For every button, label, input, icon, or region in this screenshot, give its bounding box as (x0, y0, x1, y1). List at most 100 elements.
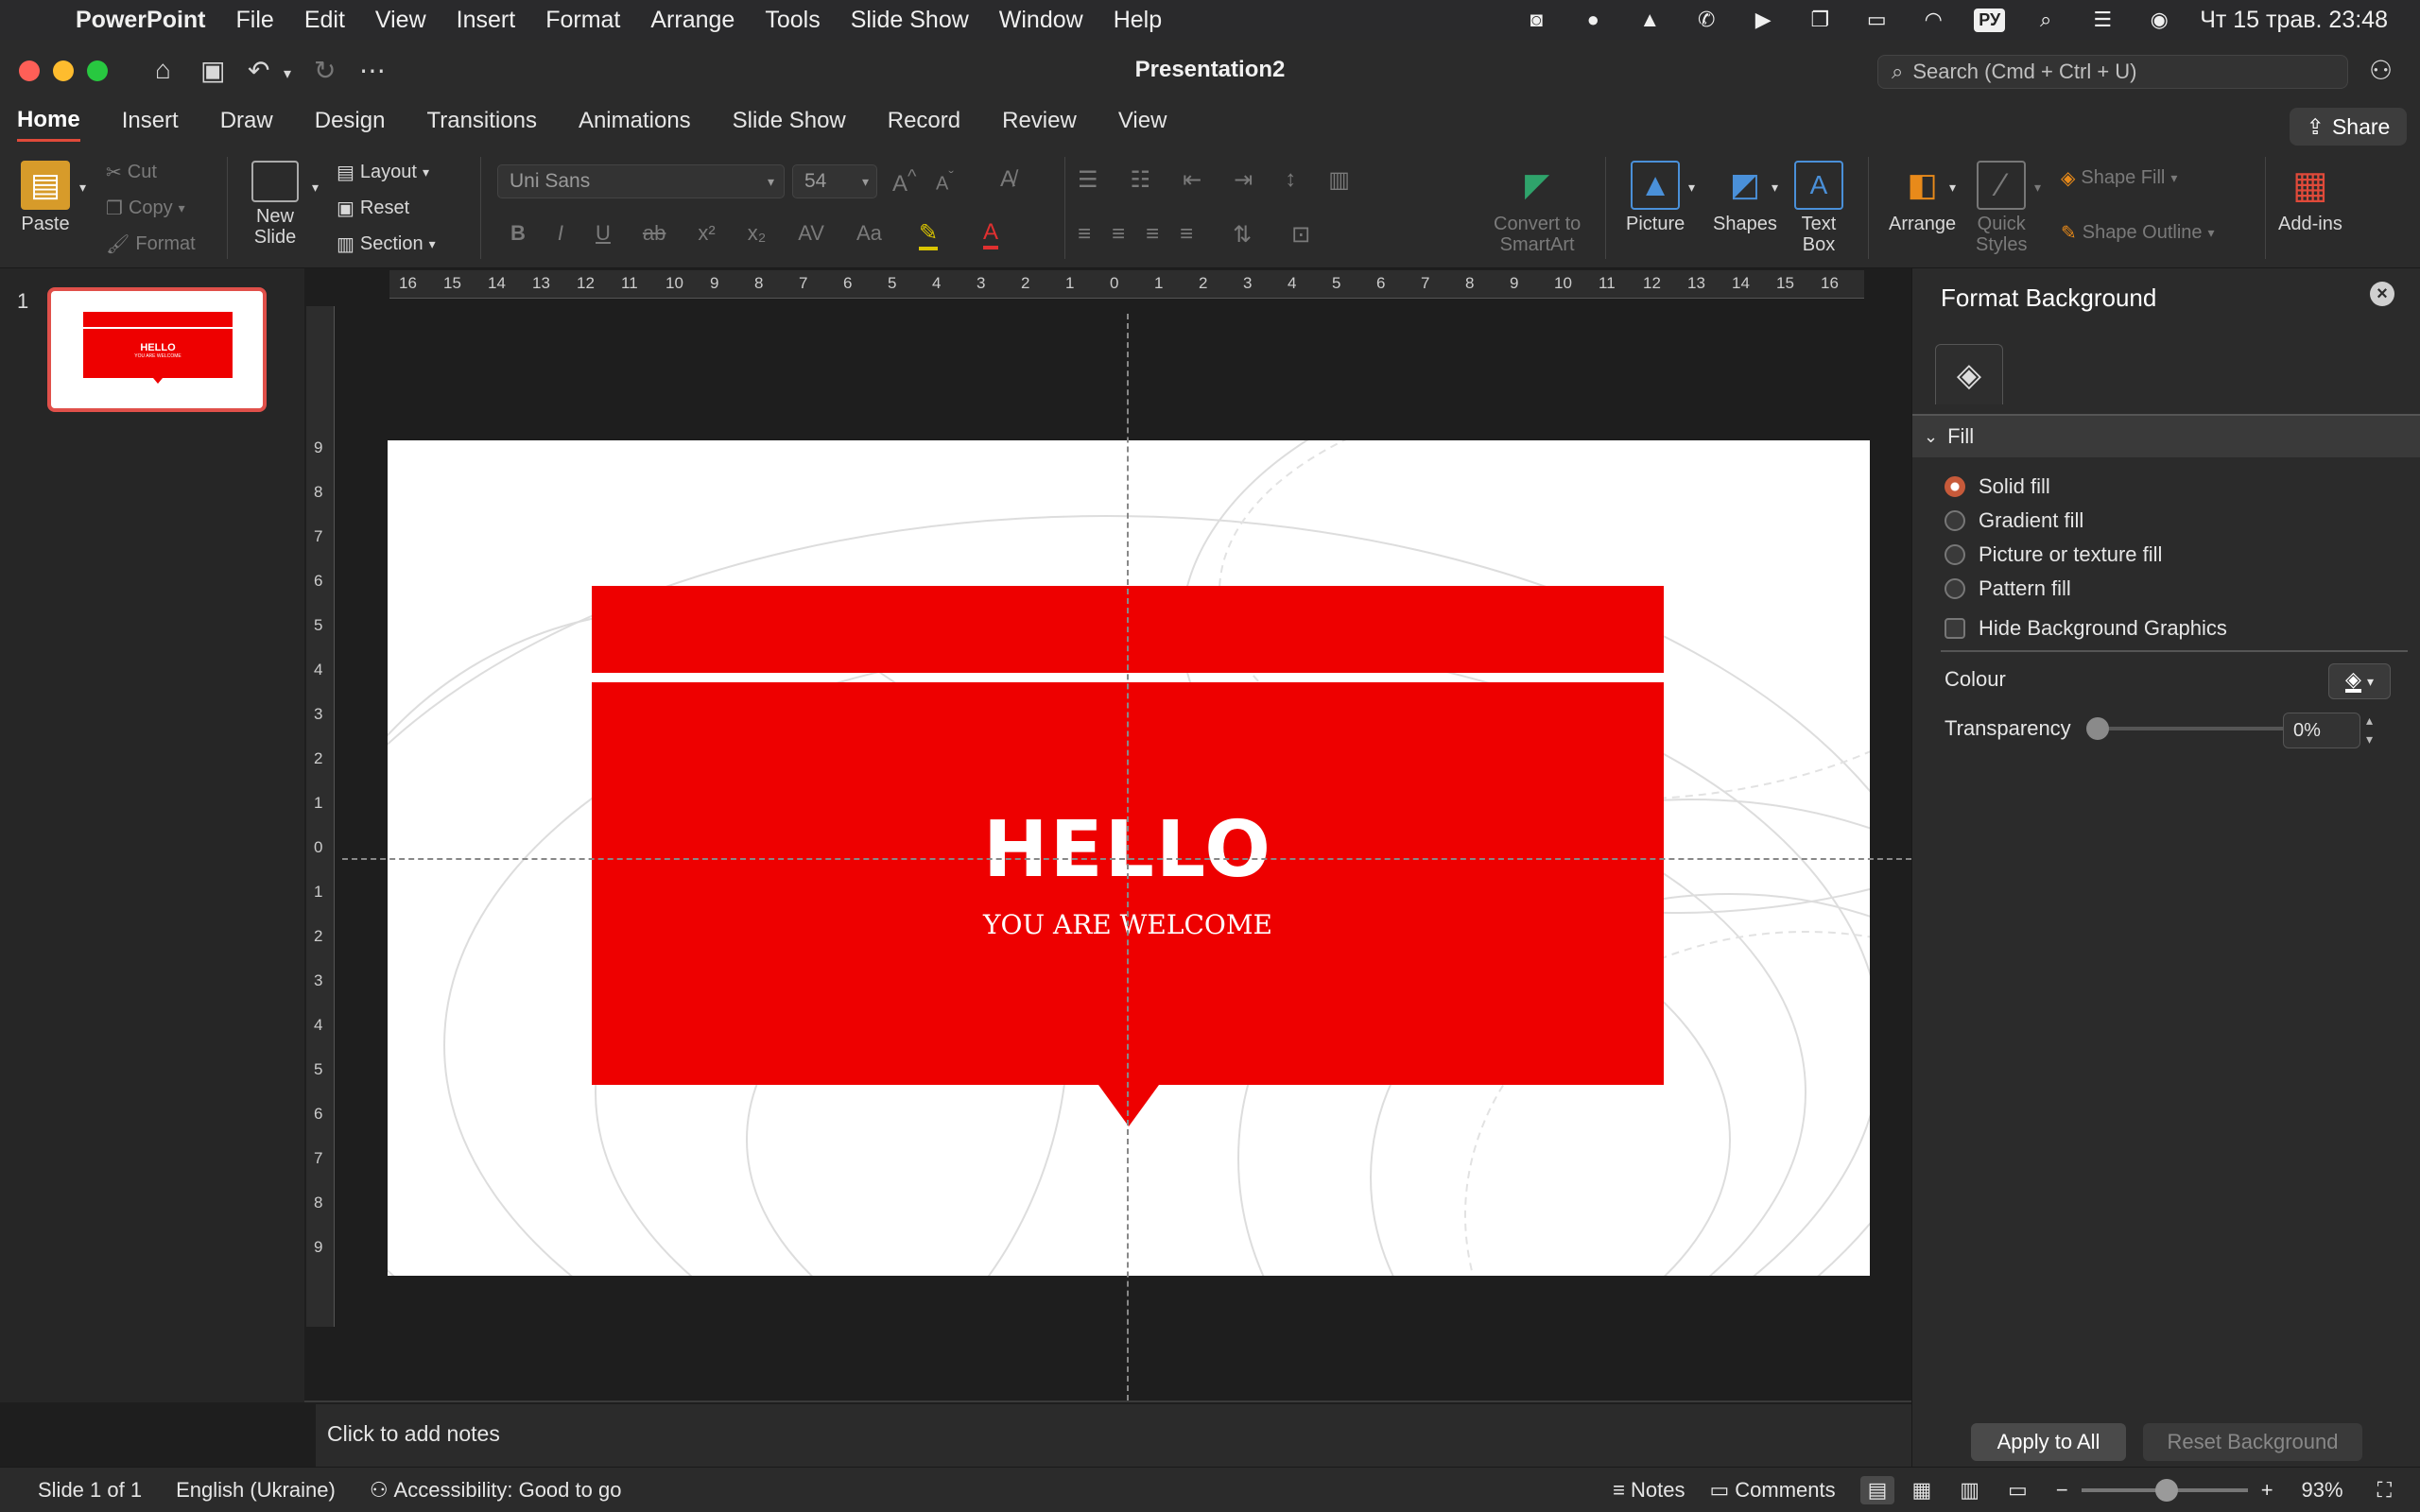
account-icon[interactable]: ⚇ (2369, 55, 2393, 86)
zoom-in-button[interactable]: + (2261, 1478, 2273, 1503)
menu-arrange[interactable]: Arrange (635, 7, 750, 34)
increase-font-size-icon[interactable]: A^ (892, 166, 916, 198)
bold-icon[interactable]: B (510, 221, 526, 246)
slide-show-view-icon[interactable]: ▭ (2008, 1478, 2028, 1503)
section-button[interactable]: ▥ Section ▾ (337, 232, 436, 256)
accessibility-status[interactable]: Accessibility: Good to go (394, 1478, 622, 1503)
menu-edit[interactable]: Edit (289, 7, 360, 34)
bullets-icon[interactable]: ☰ (1078, 166, 1098, 194)
siri-icon[interactable]: ◉ (2143, 6, 2175, 34)
solid-fill-radio[interactable] (1945, 476, 1965, 497)
tab-review[interactable]: Review (1002, 108, 1077, 140)
search-field[interactable]: ⌕ Search (Cmd + Ctrl + U) (1877, 55, 2348, 89)
tab-home[interactable]: Home (17, 107, 80, 142)
menu-file[interactable]: File (221, 7, 289, 34)
save-icon[interactable]: ▣ (200, 55, 225, 86)
picture-button[interactable]: ▲ Picture (1626, 161, 1685, 235)
messenger-icon[interactable]: ✆ (1690, 6, 1722, 34)
tab-view[interactable]: View (1118, 108, 1167, 140)
fill-section-header[interactable]: ⌄ Fill (1912, 416, 2420, 457)
minimize-window-button[interactable] (53, 60, 74, 81)
justify-icon[interactable]: ≡ (1180, 221, 1193, 249)
align-center-icon[interactable]: ≡ (1112, 221, 1125, 249)
font-size-select[interactable]: 54 ▾ (792, 164, 877, 198)
tab-transitions[interactable]: Transitions (426, 108, 536, 140)
fill-tab-icon[interactable]: ◈ (1935, 344, 2003, 404)
redo-icon[interactable]: ↻ (314, 55, 336, 86)
tab-animations[interactable]: Animations (579, 108, 691, 140)
menu-help[interactable]: Help (1098, 7, 1177, 34)
transparency-slider[interactable] (2086, 717, 2294, 740)
picture-dropdown-icon[interactable]: ▾ (1688, 180, 1695, 196)
slide-thumbnail[interactable]: HELLO YOU ARE WELCOME (47, 287, 267, 412)
apply-to-all-button[interactable]: Apply to All (1971, 1423, 2126, 1461)
cut-button[interactable]: ✂ Cut (106, 161, 157, 184)
menu-tools[interactable]: Tools (750, 7, 835, 34)
format-painter-button[interactable]: 🖌 Format (106, 232, 196, 256)
comments-button[interactable]: Comments (1735, 1478, 1835, 1503)
underline-icon[interactable]: U (596, 221, 611, 246)
notification-badge-icon[interactable]: ● (1577, 6, 1609, 34)
menu-view[interactable]: View (360, 7, 441, 34)
play-icon[interactable]: ▶ (1747, 6, 1779, 34)
paste-dropdown-icon[interactable]: ▾ (79, 180, 86, 196)
zoom-level[interactable]: 93% (2302, 1478, 2343, 1503)
align-right-icon[interactable]: ≡ (1146, 221, 1159, 249)
decrease-font-size-icon[interactable]: Aˇ (936, 168, 954, 196)
transparency-slider-thumb[interactable] (2086, 717, 2109, 740)
reading-view-icon[interactable]: ▥ (1960, 1478, 1979, 1503)
increase-indent-icon[interactable]: ⇥ (1234, 166, 1253, 194)
picture-fill-radio[interactable] (1945, 544, 1965, 565)
reset-background-button[interactable]: Reset Background (2143, 1423, 2362, 1461)
superscript-icon[interactable]: x² (698, 221, 715, 246)
new-slide-button[interactable]: New Slide (251, 161, 299, 248)
undo-dropdown-icon[interactable]: ▾ (284, 64, 291, 83)
menu-clock[interactable]: Чт 15 трав. 23:48 (2200, 7, 2388, 34)
change-case-icon[interactable]: Aa (856, 221, 882, 246)
arrange-dropdown-icon[interactable]: ▾ (1949, 180, 1956, 196)
home-icon[interactable]: ⌂ (155, 55, 171, 85)
gradient-fill-radio[interactable] (1945, 510, 1965, 531)
vertical-ruler[interactable]: 9 8 7 6 5 4 3 2 1 0 1 2 3 4 5 6 7 8 9 (306, 306, 335, 1327)
spotlight-search-icon[interactable]: ⌕ (2030, 6, 2062, 34)
transparency-input[interactable]: 0% (2283, 713, 2360, 748)
subscript-icon[interactable]: x₂ (748, 221, 767, 246)
convert-smartart-button[interactable]: ◤ Convert to SmartArt (1494, 161, 1581, 255)
add-ins-button[interactable]: ▦ Add-ins (2278, 161, 2342, 235)
zoom-out-button[interactable]: − (2056, 1478, 2068, 1503)
tab-draw[interactable]: Draw (220, 108, 273, 140)
zoom-slider[interactable] (2081, 1478, 2248, 1502)
horizontal-ruler[interactable]: 16 15 14 13 12 11 10 9 8 7 6 5 4 3 2 1 0 1 2 3 4 5 6 7 8 9 10 11 12 1… (389, 270, 1864, 299)
menu-slide-show[interactable]: Slide Show (836, 7, 984, 34)
transparency-stepper[interactable]: ▴ ▾ (2366, 711, 2373, 748)
notes-button[interactable]: Notes (1631, 1478, 1685, 1503)
align-text-icon[interactable]: ⊡ (1291, 221, 1310, 249)
tab-design[interactable]: Design (315, 108, 386, 140)
share-button[interactable]: ⇪ Share (2290, 108, 2407, 146)
picture-fill-option[interactable]: Picture or texture fill (1945, 542, 2162, 567)
normal-view-icon[interactable]: ▤ (1859, 1475, 1895, 1504)
solid-fill-option[interactable]: Solid fill (1945, 474, 2050, 499)
pattern-fill-radio[interactable] (1945, 578, 1965, 599)
character-spacing-icon[interactable]: AV (798, 221, 824, 246)
hide-background-graphics-option[interactable]: Hide Background Graphics (1945, 616, 2227, 641)
battery-icon[interactable]: ▭ (1860, 6, 1893, 34)
language-indicator[interactable]: English (Ukraine) (176, 1478, 336, 1503)
numbering-icon[interactable]: ☷ (1131, 166, 1151, 194)
text-box-button[interactable]: A Text Box (1794, 161, 1843, 255)
new-slide-dropdown-icon[interactable]: ▾ (312, 180, 319, 196)
tab-insert[interactable]: Insert (122, 108, 179, 140)
zoom-slider-thumb[interactable] (2154, 1478, 2178, 1502)
font-name-select[interactable]: Uni Sans ▾ (497, 164, 785, 198)
highlight-color-icon[interactable]: ✎ (919, 219, 939, 250)
strikethrough-icon[interactable]: ab (643, 221, 666, 246)
quick-styles-dropdown-icon[interactable]: ▾ (2034, 180, 2041, 196)
windows-icon[interactable]: ❐ (1804, 6, 1836, 34)
horizontal-guide[interactable] (342, 858, 1911, 860)
more-icon[interactable]: ⋯ (359, 55, 386, 86)
slide-sorter-icon[interactable]: ▦ (1911, 1478, 1931, 1503)
shapes-dropdown-icon[interactable]: ▾ (1772, 180, 1778, 196)
shape-outline-button[interactable]: ✎ Shape Outline ▾ (2061, 221, 2215, 245)
reset-button[interactable]: ▣ Reset (337, 197, 409, 220)
columns-icon[interactable]: ▥ (1328, 166, 1350, 194)
